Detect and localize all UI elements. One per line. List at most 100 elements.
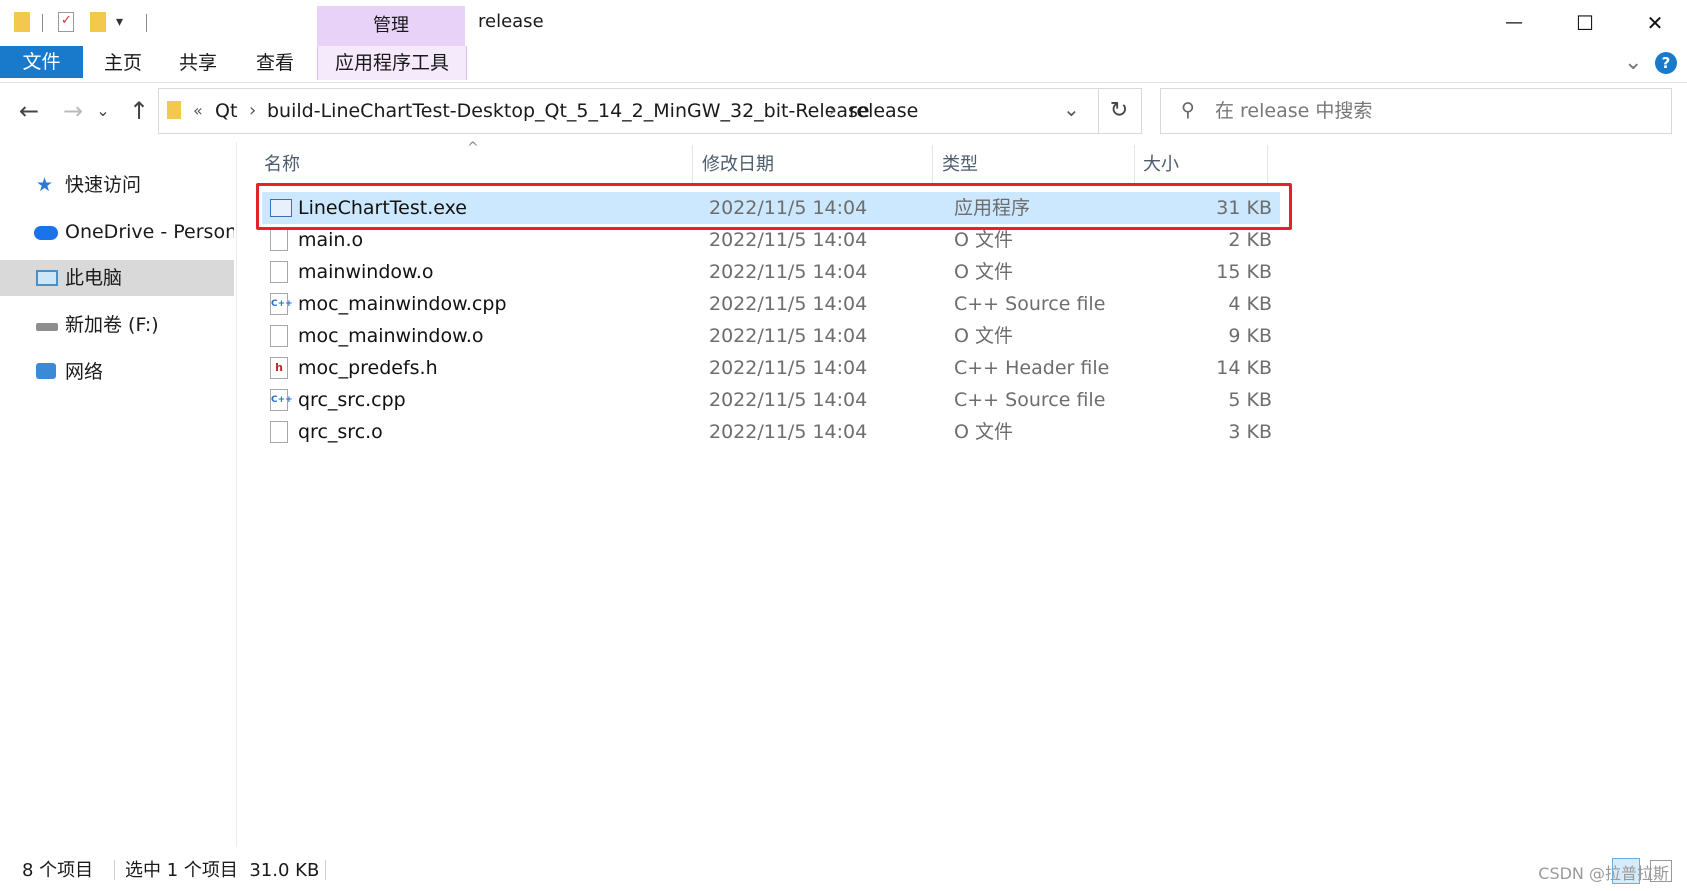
help-icon[interactable]: ? <box>1655 52 1677 74</box>
tab-share[interactable]: 共享 <box>170 46 226 80</box>
file-row[interactable]: moc_mainwindow.o 2022/11/5 14:04 O 文件 9 … <box>262 320 1280 352</box>
folder-icon[interactable] <box>14 12 30 32</box>
cpp-file-icon: C++ <box>270 293 293 315</box>
address-bar[interactable]: « Qt › build-LineChartTest-Desktop_Qt_5_… <box>158 88 1099 134</box>
column-divider[interactable] <box>1267 145 1268 185</box>
header-file-icon: h <box>270 357 288 379</box>
watermark: CSDN @拉普拉斯 <box>1538 864 1669 883</box>
sidebar-item-label: OneDrive - Personal <box>65 221 234 243</box>
up-arrow-icon[interactable]: ↑ <box>124 96 154 126</box>
new-folder-icon[interactable] <box>90 12 106 32</box>
star-icon: ★ <box>36 174 54 196</box>
sidebar-item-drive-f[interactable]: 新加卷 (F:) <box>0 307 234 343</box>
column-divider[interactable] <box>932 145 933 185</box>
forward-arrow-icon[interactable]: → <box>58 96 88 126</box>
file-name: moc_mainwindow.o <box>298 325 484 347</box>
file-row[interactable]: qrc_src.o 2022/11/5 14:04 O 文件 3 KB <box>262 416 1280 448</box>
properties-icon[interactable]: ✓ <box>58 12 74 32</box>
navigation-pane: ★ 快速访问 OneDrive - Personal 此电脑 新加卷 (F:) … <box>0 142 237 847</box>
close-button[interactable]: ✕ <box>1638 8 1672 38</box>
back-arrow-icon[interactable]: ← <box>14 96 44 126</box>
drive-icon <box>36 323 58 331</box>
file-type: O 文件 <box>954 325 1013 347</box>
search-placeholder: 在 release 中搜索 <box>1215 100 1373 122</box>
refresh-icon[interactable]: ↻ <box>1097 88 1142 134</box>
file-size: 15 KB <box>1216 261 1272 283</box>
blank-file-icon <box>270 261 288 283</box>
column-header-date[interactable]: 修改日期 <box>702 148 922 182</box>
breadcrumb-separator[interactable]: › <box>249 89 256 133</box>
maximize-button[interactable]: ☐ <box>1568 8 1602 38</box>
tab-application-tools[interactable]: 应用程序工具 <box>317 46 467 80</box>
file-date: 2022/11/5 14:04 <box>709 261 868 283</box>
sidebar-item-quick-access[interactable]: ★ 快速访问 <box>0 167 234 203</box>
breadcrumb-build-folder[interactable]: build-LineChartTest-Desktop_Qt_5_14_2_Mi… <box>267 89 870 133</box>
status-bar: 8 个项目 选中 1 个项目 31.0 KB <box>0 850 1687 891</box>
blank-file-icon <box>270 421 288 443</box>
cpp-file-icon: C++ <box>270 389 293 411</box>
file-date: 2022/11/5 14:04 <box>709 389 868 411</box>
file-size: 14 KB <box>1216 357 1272 379</box>
blank-file-icon <box>270 325 288 347</box>
sidebar-item-label: 快速访问 <box>65 174 142 196</box>
status-selection: 选中 1 个项目 31.0 KB <box>125 860 320 881</box>
sidebar-item-label: 此电脑 <box>65 267 123 289</box>
minimize-button[interactable]: — <box>1497 8 1531 38</box>
search-input[interactable]: ⚲ 在 release 中搜索 <box>1160 88 1672 134</box>
file-type: C++ Header file <box>954 357 1110 379</box>
file-name: moc_predefs.h <box>298 357 438 379</box>
column-header-name[interactable]: 名称 <box>264 148 684 182</box>
divider <box>325 860 326 880</box>
divider <box>146 14 147 32</box>
breadcrumb-release[interactable]: release <box>849 89 918 133</box>
file-row[interactable]: C++ moc_mainwindow.cpp 2022/11/5 14:04 C… <box>262 288 1280 320</box>
file-row[interactable]: C++ qrc_src.cpp 2022/11/5 14:04 C++ Sour… <box>262 384 1280 416</box>
annotation-highlight-box <box>256 183 1292 230</box>
file-date: 2022/11/5 14:04 <box>709 421 868 443</box>
file-size: 3 KB <box>1228 421 1272 443</box>
file-name: moc_mainwindow.cpp <box>298 293 507 315</box>
tab-view[interactable]: 查看 <box>247 46 303 80</box>
recent-locations-chevron-icon[interactable]: ⌄ <box>93 96 113 126</box>
file-size: 9 KB <box>1228 325 1272 347</box>
customize-toolbar-icon[interactable]: ▾ <box>116 14 123 30</box>
file-row[interactable]: mainwindow.o 2022/11/5 14:04 O 文件 15 KB <box>262 256 1280 288</box>
onedrive-cloud-icon <box>34 226 58 240</box>
ribbon-collapse-icon[interactable]: ⌄ <box>1624 50 1642 75</box>
column-header-type[interactable]: 类型 <box>942 148 1132 182</box>
column-header-size[interactable]: 大小 <box>1143 148 1263 182</box>
blank-file-icon <box>270 229 288 251</box>
file-date: 2022/11/5 14:04 <box>709 325 868 347</box>
window-title: release <box>478 11 544 32</box>
title-bar: ✓ ▾ 管理 release — ☐ ✕ <box>0 0 1687 46</box>
divider <box>114 860 115 880</box>
tab-file[interactable]: 文件 <box>0 46 83 78</box>
sidebar-item-label: 网络 <box>65 361 104 383</box>
search-icon: ⚲ <box>1181 99 1195 121</box>
file-type: C++ Source file <box>954 389 1106 411</box>
tab-manage[interactable]: 管理 <box>317 6 465 46</box>
sidebar-item-this-pc[interactable]: 此电脑 <box>0 260 234 296</box>
this-pc-icon <box>36 270 58 286</box>
column-divider[interactable] <box>1134 145 1135 185</box>
file-name: qrc_src.o <box>298 421 383 443</box>
address-dropdown-icon[interactable]: ⌄ <box>1063 97 1080 121</box>
file-date: 2022/11/5 14:04 <box>709 293 868 315</box>
breadcrumb-overflow[interactable]: « <box>193 89 203 133</box>
file-row[interactable]: h moc_predefs.h 2022/11/5 14:04 C++ Head… <box>262 352 1280 384</box>
divider <box>42 14 43 32</box>
file-type: C++ Source file <box>954 293 1106 315</box>
sidebar-item-onedrive[interactable]: OneDrive - Personal <box>0 214 234 250</box>
status-item-count: 8 个项目 <box>22 860 94 881</box>
sidebar-item-label: 新加卷 (F:) <box>65 314 159 336</box>
breadcrumb-qt[interactable]: Qt <box>215 89 237 133</box>
file-name: qrc_src.cpp <box>298 389 406 411</box>
file-size: 5 KB <box>1228 389 1272 411</box>
folder-icon <box>167 101 181 119</box>
column-divider[interactable] <box>692 145 693 185</box>
tab-home[interactable]: 主页 <box>95 46 151 80</box>
sidebar-item-network[interactable]: 网络 <box>0 354 234 390</box>
file-name: mainwindow.o <box>298 261 434 283</box>
breadcrumb-separator[interactable]: › <box>829 89 836 133</box>
network-icon <box>36 363 56 379</box>
